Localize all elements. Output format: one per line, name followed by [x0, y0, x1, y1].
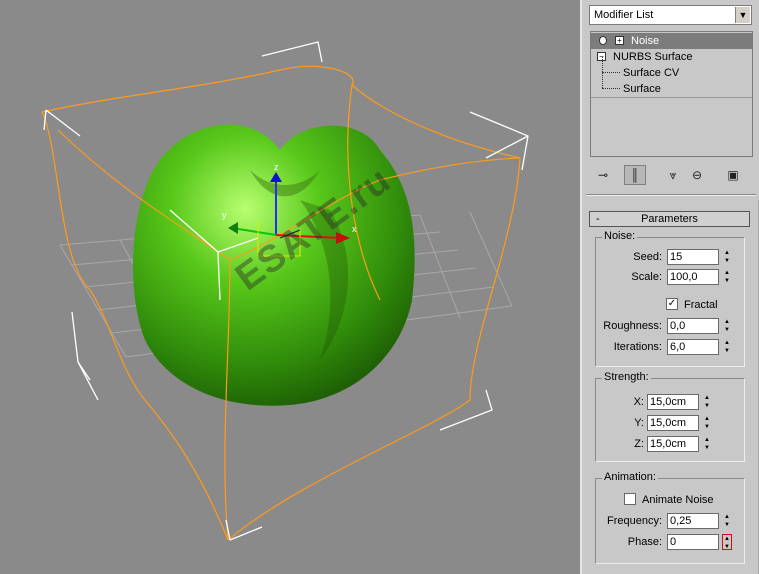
light-bulb-icon[interactable] — [599, 36, 607, 45]
frequency-spinner[interactable]: ▲ ▼ — [722, 513, 732, 529]
expand-icon[interactable]: + — [615, 36, 624, 45]
stack-toolbar: ⊸ ║ ⩔ ⊖ ▣ — [590, 165, 753, 185]
viewport-scene: z x y — [41, 41, 529, 541]
iterations-label: Iterations: — [613, 341, 662, 353]
strength-x-field[interactable]: 15,0cm — [647, 394, 699, 410]
stack-item-label: Noise — [631, 35, 660, 47]
seed-label: Seed: — [633, 251, 662, 263]
divider — [586, 194, 756, 196]
stack-item-surface-cv[interactable]: Surface CV — [591, 57, 752, 81]
scale-spinner[interactable]: ▲ ▼ — [722, 269, 732, 285]
phase-label: Phase: — [627, 536, 662, 548]
strength-z-spinner[interactable]: ▲ ▼ — [702, 436, 712, 452]
frequency-label: Frequency: — [606, 515, 662, 527]
parameters-rollout-header[interactable]: - Parameters — [589, 211, 750, 227]
tree-line — [602, 73, 603, 88]
remove-modifier-icon[interactable]: ⊖ — [686, 165, 708, 185]
fractal-label: Fractal — [684, 299, 718, 311]
command-panel: Modifier List ▼ + Noise − NURBS Surface … — [580, 0, 759, 574]
stack-item-label: NURBS Surface — [613, 51, 693, 63]
roughness-label: Roughness: — [603, 320, 662, 332]
stack-item-nurbs-surface[interactable]: − NURBS Surface — [591, 49, 752, 65]
phase-spinner[interactable]: ▲ ▼ — [722, 534, 732, 550]
noise-group-label: Noise: — [602, 230, 638, 242]
rollout-title: Parameters — [641, 213, 698, 225]
roughness-field[interactable]: 0,0 — [667, 318, 719, 334]
roughness-spinner[interactable]: ▲ ▼ — [722, 318, 732, 334]
seed-field[interactable]: 15 — [667, 249, 719, 265]
animate-noise-label: Animate Noise — [642, 494, 714, 506]
scale-field[interactable]: 100,0 — [667, 269, 719, 285]
tree-line — [602, 57, 603, 72]
tree-line — [602, 72, 620, 73]
show-end-result-icon[interactable]: ║ — [624, 165, 646, 185]
frequency-field[interactable]: 0,25 — [667, 513, 719, 529]
phase-field[interactable]: 0 — [667, 534, 719, 550]
iterations-spinner[interactable]: ▲ ▼ — [722, 339, 732, 355]
modifier-stack: + Noise − NURBS Surface Surface CV Surfa… — [590, 31, 753, 157]
pin-stack-icon[interactable]: ⊸ — [592, 165, 614, 185]
axis-y-label: y — [222, 210, 227, 220]
modifier-list-label: Modifier List — [594, 9, 654, 21]
strength-z-field[interactable]: 15,0cm — [647, 436, 699, 452]
make-unique-icon[interactable]: ⩔ — [662, 165, 684, 185]
stack-empty-area — [591, 98, 752, 156]
tree-line — [602, 88, 620, 89]
stack-item-noise[interactable]: + Noise — [591, 33, 752, 49]
chevron-down-icon[interactable]: ▼ — [735, 7, 750, 23]
axis-z-label: z — [274, 162, 279, 172]
seed-spinner[interactable]: ▲ ▼ — [722, 249, 732, 265]
stack-item-label: Surface CV — [623, 67, 680, 79]
stack-item-surface[interactable]: Surface — [591, 73, 752, 97]
fractal-checkbox[interactable]: ✓ — [666, 298, 678, 310]
animate-noise-checkbox[interactable] — [624, 493, 636, 505]
iterations-field[interactable]: 6,0 — [667, 339, 719, 355]
strength-x-spinner[interactable]: ▲ ▼ — [702, 394, 712, 410]
strength-y-spinner[interactable]: ▲ ▼ — [702, 415, 712, 431]
strength-y-field[interactable]: 15,0cm — [647, 415, 699, 431]
modifier-list-dropdown[interactable]: Modifier List ▼ — [589, 5, 752, 25]
strength-y-label: Y: — [634, 417, 644, 429]
strength-z-label: Z: — [634, 438, 644, 450]
scale-label: Scale: — [631, 271, 662, 283]
configure-sets-icon[interactable]: ▣ — [722, 165, 744, 185]
stack-item-label: Surface — [623, 83, 661, 95]
animation-group-label: Animation: — [602, 471, 658, 483]
strength-x-label: X: — [633, 396, 644, 408]
strength-group-label: Strength: — [602, 371, 651, 383]
perspective-viewport[interactable]: z x y ESATE.ru — [0, 0, 580, 574]
